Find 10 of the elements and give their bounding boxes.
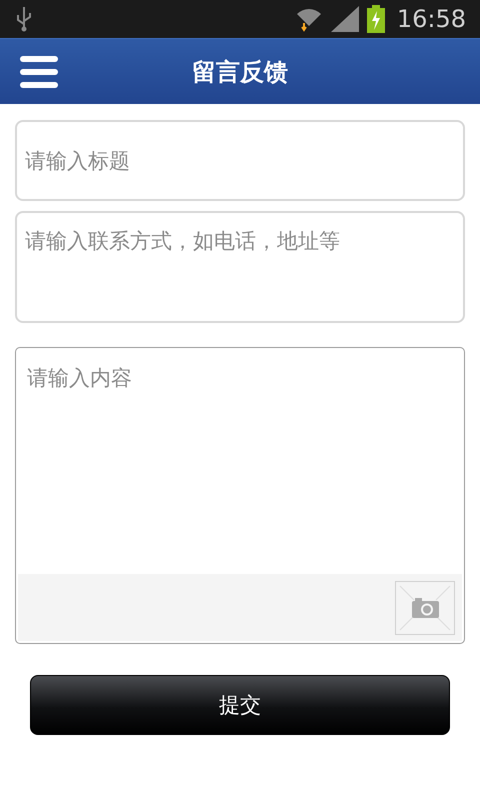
content-field[interactable]: 请输入内容	[15, 347, 465, 644]
submit-button[interactable]: 提交	[30, 675, 450, 735]
signal-icon	[330, 6, 359, 32]
battery-icon	[366, 5, 385, 33]
menu-button[interactable]	[20, 56, 58, 88]
status-time: 16:58	[396, 5, 466, 33]
page-title: 留言反馈	[192, 56, 288, 88]
title-field[interactable]: 请输入标题	[15, 120, 465, 201]
contact-field[interactable]: 请输入联系方式，如电话，地址等	[15, 211, 465, 323]
usb-icon	[16, 6, 32, 32]
